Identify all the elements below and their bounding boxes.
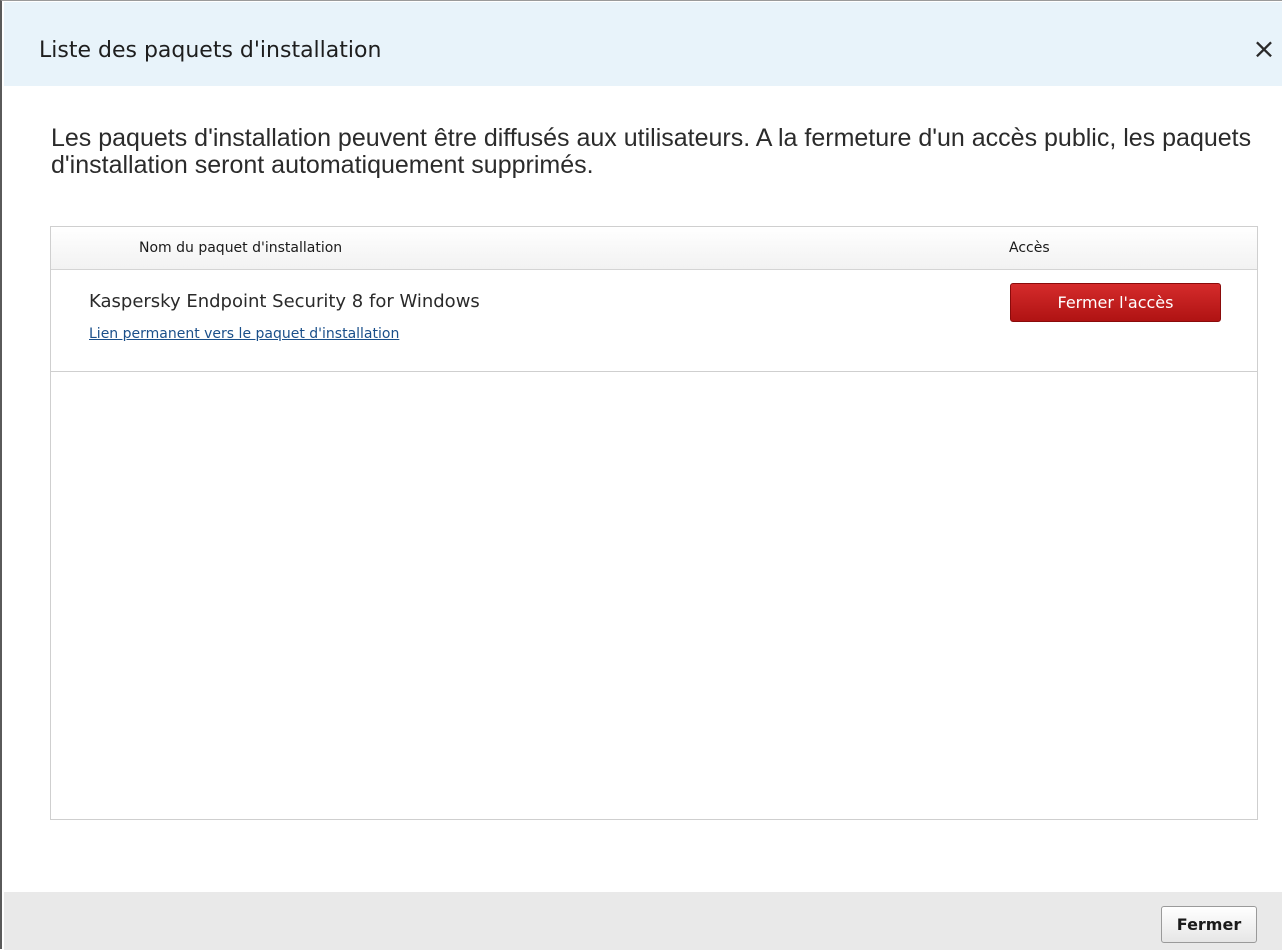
column-header-package-name[interactable]: Nom du paquet d'installation [139,240,342,256]
dialog-title: Liste des paquets d'installation [39,38,382,63]
column-header-access[interactable]: Accès [1009,240,1050,256]
packages-table: Nom du paquet d'installation Accès Kaspe… [50,226,1258,820]
installation-packages-dialog: Liste des paquets d'installation × Les p… [0,0,1282,950]
permanent-link[interactable]: Lien permanent vers le paquet d'installa… [89,326,399,342]
close-icon[interactable]: × [1250,32,1278,66]
table-row: Kaspersky Endpoint Security 8 for Window… [51,270,1257,372]
table-header: Nom du paquet d'installation Accès [51,227,1257,270]
package-name: Kaspersky Endpoint Security 8 for Window… [89,291,480,312]
dialog-footer: Fermer [4,892,1282,950]
dialog-description: Les paquets d'installation peuvent être … [51,124,1252,179]
dialog-titlebar: Liste des paquets d'installation × [4,2,1282,86]
close-button[interactable]: Fermer [1161,906,1257,943]
close-access-button[interactable]: Fermer l'accès [1010,283,1221,322]
